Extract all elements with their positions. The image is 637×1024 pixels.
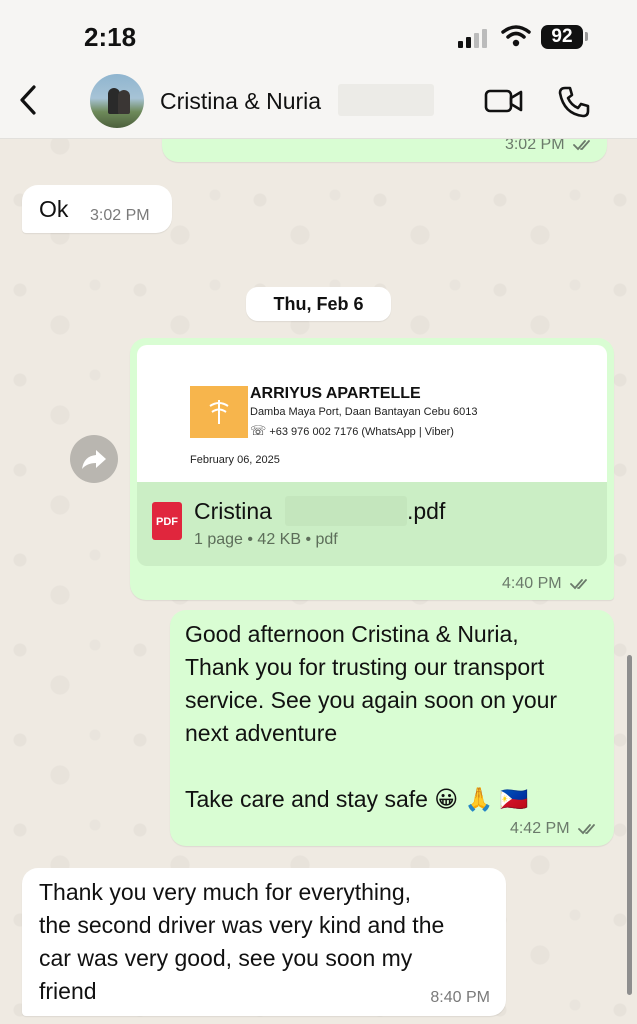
status-time: 2:18 [84, 22, 137, 52]
scrollbar[interactable] [627, 655, 632, 995]
forward-arrow-icon [82, 450, 106, 469]
cellular-signal-icon [458, 28, 490, 48]
back-arrow-icon[interactable] [14, 82, 44, 118]
incoming-message-bubble[interactable]: Thank you very much for everything, the … [22, 868, 506, 1016]
message-text: Ok [39, 196, 69, 222]
telephone-icon: ☏ [250, 423, 267, 438]
date-separator: Thu, Feb 6 [246, 287, 391, 321]
redacted-name-block [338, 84, 434, 116]
message-timestamp: 4:42 PM [510, 820, 600, 838]
contact-name[interactable]: Cristina & Nuria [160, 88, 321, 115]
apartelle-logo [190, 386, 248, 438]
document-date: February 06, 2025 [190, 454, 280, 466]
file-info: 1 page • 42 KB • pdf [194, 531, 338, 548]
redacted-filename-block [285, 496, 407, 526]
message-text: Good afternoon Cristina & Nuria, Thank y… [185, 621, 558, 812]
document-preview[interactable]: ARRIYUS APARTELLE Damba Maya Port, Daan … [137, 345, 607, 482]
file-extension: .pdf [407, 498, 446, 524]
outgoing-message-bubble[interactable]: Good afternoon Cristina & Nuria, Thank y… [170, 610, 614, 846]
message-timestamp: 3:02 PM [90, 207, 150, 224]
battery-tip [585, 32, 588, 41]
document-company-name: ARRIYUS APARTELLE [250, 385, 421, 402]
document-phone: ☏ +63 976 002 7176 (WhatsApp | Viber) [250, 423, 454, 438]
document-address: Damba Maya Port, Daan Bantayan Cebu 6013 [250, 406, 478, 418]
video-call-icon[interactable] [484, 86, 524, 116]
wifi-icon [501, 25, 531, 47]
forward-button[interactable] [70, 435, 118, 483]
incoming-message-bubble[interactable]: Ok 3:02 PM [22, 185, 172, 233]
message-text: Thank you very much for everything, the … [39, 879, 445, 1004]
pdf-file-icon: PDF [152, 502, 182, 540]
chat-header: Cristina & Nuria [0, 64, 637, 139]
battery-icon: 92 [541, 25, 583, 49]
file-name: Cristina [194, 498, 272, 524]
read-receipt-icon [570, 578, 587, 590]
message-timestamp: 8:40 PM [430, 989, 490, 1006]
contact-avatar[interactable] [90, 74, 144, 128]
message-timestamp: 4:40 PM [502, 575, 592, 593]
status-bar: 2:18 92 [0, 0, 637, 64]
phone-call-icon[interactable] [556, 84, 592, 120]
read-receipt-icon [573, 139, 590, 151]
read-receipt-icon [578, 823, 595, 835]
document-file-row[interactable]: PDF Cristina .pdf 1 page • 42 KB • pdf [137, 482, 607, 566]
